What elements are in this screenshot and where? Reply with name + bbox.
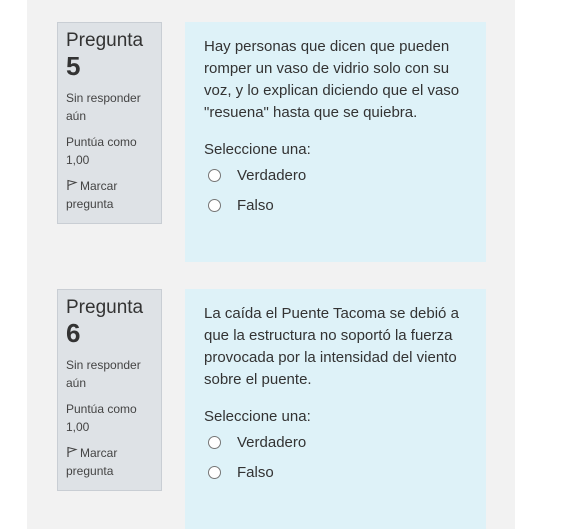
- question-text: Hay personas que dicen que pueden romper…: [204, 38, 460, 121]
- question-content: Hay personas que dicen que pueden romper…: [185, 22, 486, 262]
- option-label[interactable]: Verdadero: [237, 434, 306, 451]
- option-falso[interactable]: Falso: [204, 457, 468, 487]
- flag-icon: [67, 179, 78, 190]
- radio-button[interactable]: [208, 198, 221, 212]
- question-status: Sin responder aún: [66, 358, 141, 390]
- radio-button[interactable]: [208, 465, 221, 479]
- option-verdadero[interactable]: Verdadero: [204, 427, 468, 457]
- option-label[interactable]: Verdadero: [237, 167, 306, 184]
- option-verdadero[interactable]: Verdadero: [204, 160, 468, 190]
- flag-icon: [67, 446, 78, 457]
- flag-question-link[interactable]: Marcar pregunta: [66, 177, 153, 213]
- radio-button[interactable]: [208, 435, 221, 449]
- question-number: 6: [66, 318, 81, 348]
- question-info: Pregunta 5 Sin responder aún Puntúa como…: [57, 22, 162, 224]
- option-label[interactable]: Falso: [237, 464, 274, 481]
- question-number: 5: [66, 51, 81, 81]
- flag-question-link[interactable]: Marcar pregunta: [66, 444, 153, 480]
- option-falso[interactable]: Falso: [204, 190, 468, 220]
- option-label[interactable]: Falso: [237, 197, 274, 214]
- question-text: La caída el Puente Tacoma se debió a que…: [204, 305, 459, 388]
- question-label: Pregunta: [66, 297, 144, 318]
- question-status: Sin responder aún: [66, 91, 141, 123]
- question-score: Puntúa como 1,00: [66, 135, 137, 167]
- radio-button[interactable]: [208, 168, 221, 182]
- question-score: Puntúa como 1,00: [66, 402, 137, 434]
- question-content: La caída el Puente Tacoma se debió a que…: [185, 289, 486, 529]
- answer-prompt: Seleccione una:: [204, 141, 311, 158]
- answer-prompt: Seleccione una:: [204, 408, 311, 425]
- question-label: Pregunta: [66, 30, 144, 51]
- question-info: Pregunta 6 Sin responder aún Puntúa como…: [57, 289, 162, 491]
